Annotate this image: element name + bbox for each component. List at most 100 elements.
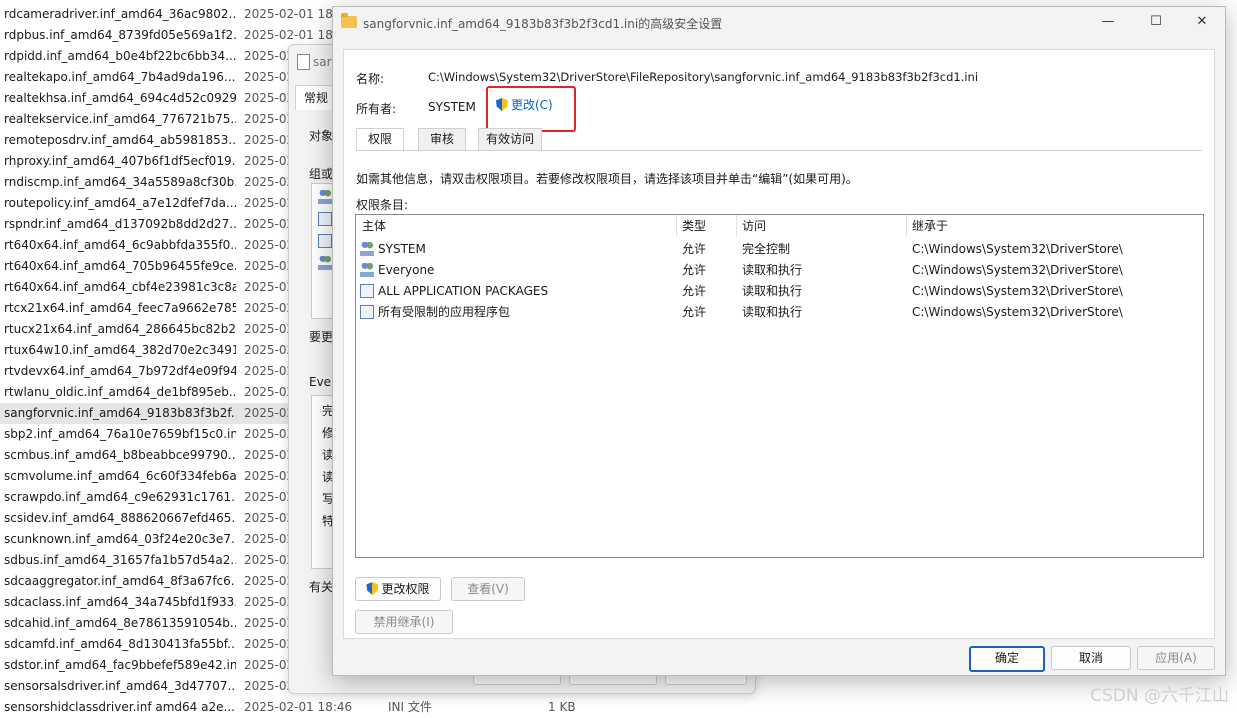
inherited-cell: C:\Windows\System32\DriverStore\ (912, 305, 1123, 319)
type-cell: 允许 (682, 284, 707, 298)
file-name: rt640x64.inf_amd64_cbf4e23981c3c8a... (4, 280, 236, 294)
access-cell: 读取和执行 (742, 284, 803, 298)
file-name: scrawpdo.inf_amd64_c9e62931c1761... (4, 490, 236, 504)
file-icon (297, 54, 310, 70)
tab-general[interactable]: 常规 (295, 85, 337, 110)
column-type[interactable]: 类型 (676, 215, 737, 237)
file-date: 2025-02-01 18:4 (244, 7, 345, 21)
file-name: rndiscmp.inf_amd64_34a5589a8cf30b... (4, 175, 236, 189)
file-type: INI 文件 (388, 700, 432, 714)
file-name: sensorshidclassdriver.inf amd64 a2e... (4, 700, 235, 714)
principal-cell: 所有受限制的应用程序包 (360, 302, 510, 323)
file-name: rdpbus.inf_amd64_8739fd05e569a1f2... (4, 28, 236, 42)
advanced-security-dialog: sangforvnic.inf_amd64_9183b83f3b2f3cd1.i… (332, 6, 1226, 676)
column-access[interactable]: 访问 (736, 215, 907, 237)
file-name: rdcameradriver.inf_amd64_36ac9802... (4, 7, 236, 21)
folder-icon (341, 13, 357, 28)
permission-row[interactable]: 所有受限制的应用程序包 允许 读取和执行 C:\Windows\System32\Dr… (356, 302, 1203, 323)
principal-cell: SYSTEM (360, 239, 426, 260)
dialog-content: 名称: C:\Windows\System32\DriverStore\File… (343, 49, 1215, 639)
file-name: sensorsalsdriver.inf_amd64_3d47707... (4, 679, 236, 693)
watermark: CSDN @六千江山 (1090, 686, 1229, 706)
file-date: 2025-02-01 18:4 (244, 28, 345, 42)
tab-divider (356, 150, 1202, 151)
package-icon (318, 212, 332, 226)
info-text: 如需其他信息，请双击权限项目。若要修改权限项目，请选择该项目并单击“编辑”(如果… (356, 172, 858, 186)
principal-cell: Everyone (360, 260, 434, 281)
file-name: realtekapo.inf_amd64_7b4ad9da196... (4, 70, 236, 84)
dialog-title: sangforvnic.inf_amd64_9183b83f3b2f3cd1.i… (363, 17, 723, 31)
file-name: rdpidd.inf_amd64_b0e4bf22bc6bb34... (4, 49, 236, 63)
inherited-cell: C:\Windows\System32\DriverStore\ (912, 263, 1123, 277)
principal-cell: ALL APPLICATION PACKAGES (360, 281, 548, 302)
file-name: rtucx21x64.inf_amd64_286645bc82b2... (4, 322, 236, 336)
type-cell: 允许 (682, 305, 707, 319)
object-label: 对象 (309, 129, 334, 143)
file-name: rtvdevx64.inf_amd64_7b972df4e09f94... (4, 364, 236, 378)
access-cell: 完全控制 (742, 242, 791, 256)
file-name: sdstor.inf_amd64_fac9bbefef589e42.ini (4, 658, 236, 672)
change-permissions-button[interactable]: 更改权限 (355, 577, 441, 601)
file-name: realtekhsa.inf_amd64_694c4d52c0929... (4, 91, 236, 105)
name-label: 名称: (356, 72, 385, 86)
cancel-button[interactable]: 取消 (1051, 646, 1131, 670)
group-label: 组或 (309, 167, 334, 181)
principal-name: 所有受限制的应用程序包 (378, 305, 511, 319)
user-group-icon (360, 242, 374, 256)
type-cell: 允许 (682, 242, 707, 256)
entries-label: 权限条目: (356, 198, 409, 212)
close-button[interactable]: ✕ (1179, 7, 1225, 37)
column-principal[interactable]: 主体 (356, 215, 677, 237)
title-bar[interactable]: sangforvnic.inf_amd64_9183b83f3b2f3cd1.i… (333, 7, 1225, 39)
tab-effective-access[interactable]: 有效访问 (478, 128, 542, 151)
maximize-button[interactable]: ☐ (1133, 7, 1179, 37)
permission-row[interactable]: Everyone 允许 读取和执行 C:\Windows\System32\Drive… (356, 260, 1203, 281)
apply-button[interactable]: 应用(A) (1137, 646, 1215, 670)
ok-button[interactable]: 确定 (969, 646, 1045, 672)
file-name: scmbus.inf_amd64_b8beabbce99790... (4, 448, 236, 462)
user-group-icon (318, 190, 332, 204)
file-name: rtwlanu_oldic.inf_amd64_de1bf895eb... (4, 385, 236, 399)
tab-permissions[interactable]: 权限 (356, 128, 404, 152)
file-name: scunknown.inf_amd64_03f24e20c3e7... (4, 532, 236, 546)
user-group-icon (360, 263, 374, 277)
access-cell: 读取和执行 (742, 263, 803, 277)
package-icon (360, 305, 374, 319)
inherited-cell: C:\Windows\System32\DriverStore\ (912, 242, 1123, 256)
type-cell: 允许 (682, 263, 707, 277)
file-name: sangforvnic.inf_amd64_9183b83f3b2f... (4, 406, 236, 420)
file-name: routepolicy.inf_amd64_a7e12dfef7da... (4, 196, 236, 210)
package-icon (318, 234, 332, 248)
file-name: sdcaclass.inf_amd64_34a745bfd1f933... (4, 595, 236, 609)
inherited-cell: C:\Windows\System32\DriverStore\ (912, 284, 1123, 298)
file-row[interactable]: sensorshidclassdriver.inf amd64 a2e... 20… (0, 697, 576, 718)
permission-entries-table[interactable]: 主体 类型 访问 继承于 SYSTEM 允许 完全控制 C:\Windows\Syst… (355, 214, 1204, 558)
tab-auditing[interactable]: 审核 (418, 128, 466, 151)
file-name: sdcahid.inf_amd64_8e78613591054b... (4, 616, 236, 630)
column-inherited-from[interactable]: 继承于 (906, 215, 1202, 237)
access-cell: 读取和执行 (742, 305, 803, 319)
change-permissions-label: 更改权限 (381, 582, 430, 596)
file-name: rspndr.inf_amd64_d137092b8dd2d27... (4, 217, 236, 231)
permission-row[interactable]: SYSTEM 允许 完全控制 C:\Windows\System32\DriverSt… (356, 239, 1203, 260)
file-name: scmvolume.inf_amd64_6c60f334feb6a... (4, 469, 236, 483)
owner-label: 所有者: (356, 102, 397, 116)
user-group-icon (318, 256, 332, 270)
file-name: rhproxy.inf_amd64_407b6f1df5ecf019... (4, 154, 236, 168)
file-size: 1 KB (548, 700, 576, 714)
file-name: scsidev.inf_amd64_888620667efd465... (4, 511, 236, 525)
change-perms-label: 要更 (309, 330, 334, 344)
file-date: 2025-02-01 18:46 (244, 700, 353, 714)
principal-name: Everyone (378, 263, 435, 277)
file-name: sdcaaggregator.inf_amd64_8f3a67fc6... (4, 574, 236, 588)
view-button[interactable]: 查看(V) (451, 577, 525, 601)
permission-row[interactable]: ALL APPLICATION PACKAGES 允许 读取和执行 C:\Window… (356, 281, 1203, 302)
minimize-button[interactable]: — (1085, 7, 1131, 37)
file-name: sdbus.inf_amd64_31657fa1b57d54a2... (4, 553, 236, 567)
file-name: rt640x64.inf_amd64_6c9abbfda355f0... (4, 238, 236, 252)
file-name: sdcamfd.inf_amd64_8d130413fa55bf... (4, 637, 236, 651)
uac-shield-icon (366, 582, 379, 595)
disable-inheritance-button[interactable]: 禁用继承(I) (355, 610, 453, 634)
file-name: rt640x64.inf_amd64_705b96455fe9ce... (4, 259, 236, 273)
file-name: remoteposdrv.inf_amd64_ab5981853... (4, 133, 236, 147)
